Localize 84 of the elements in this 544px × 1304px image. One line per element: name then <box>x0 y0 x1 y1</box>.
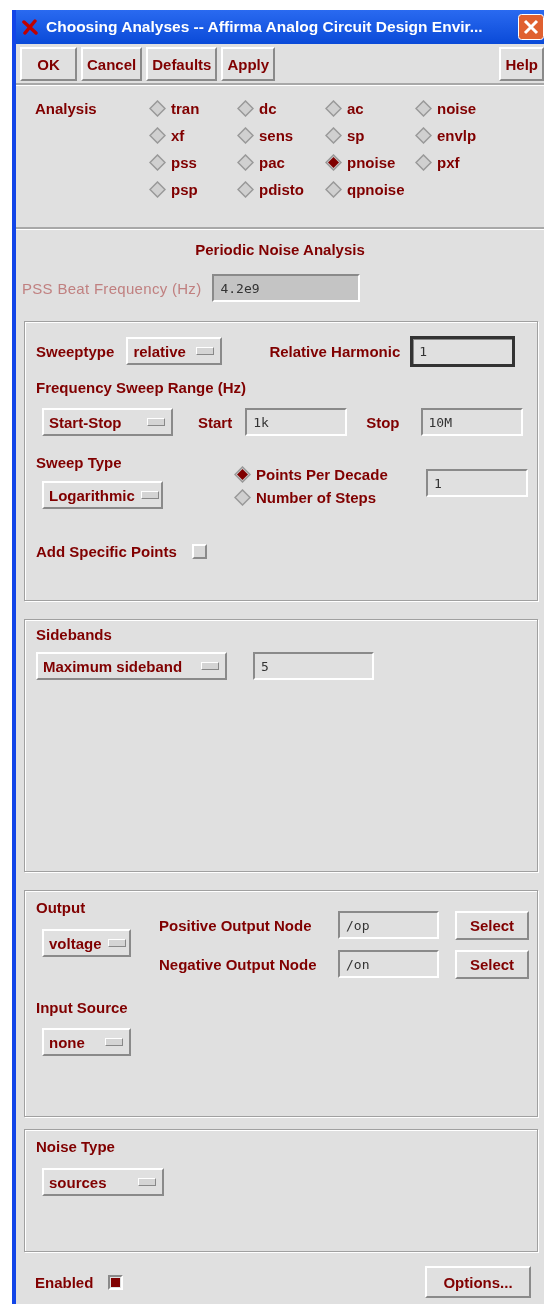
input-field[interactable]: /op <box>338 911 439 939</box>
menu-indicator-icon <box>105 1038 123 1046</box>
label: Sweeptype <box>36 342 115 360</box>
label: Relative Harmonic <box>269 342 401 360</box>
cross-icon <box>22 19 38 35</box>
menu-indicator-icon <box>147 418 165 426</box>
radio-diamond-icon <box>415 154 432 171</box>
label: Frequency Sweep Range (Hz) <box>36 378 247 396</box>
radio-diamond-icon <box>234 489 251 506</box>
radio-button[interactable]: envlp <box>415 127 503 144</box>
option-menu[interactable]: Start-Stop <box>42 408 173 436</box>
radio-button[interactable]: xf <box>149 127 237 144</box>
label: Noise Type <box>36 1138 115 1155</box>
label: Positive Output Node <box>159 916 313 934</box>
checkbox[interactable] <box>108 1274 124 1290</box>
input-field[interactable]: 10M <box>420 408 523 436</box>
radio-button[interactable]: ac <box>325 100 415 117</box>
menu-indicator-icon <box>196 347 215 355</box>
radio-button[interactable]: pdisto <box>237 181 325 198</box>
input-field[interactable]: 1k <box>245 408 348 436</box>
section-heading: Periodic Noise Analysis <box>194 241 366 260</box>
radio-button[interactable]: Number of Steps <box>234 489 426 506</box>
window-title: Choosing Analyses -- Affirma Analog Circuit Design Envir... <box>46 18 484 36</box>
label: Enabled <box>35 1273 94 1291</box>
option-menu[interactable]: none <box>42 1028 131 1056</box>
radio-diamond-icon <box>149 127 166 144</box>
radio-button[interactable]: sens <box>237 127 325 144</box>
radio-button[interactable]: tran <box>149 100 237 117</box>
input-field[interactable]: /on <box>338 950 439 978</box>
menu-indicator-icon <box>138 1178 156 1186</box>
input-field[interactable]: 1 <box>410 335 516 367</box>
menu-indicator-icon <box>201 662 219 670</box>
radio-button[interactable]: pac <box>237 154 325 171</box>
close-icon[interactable] <box>518 14 544 40</box>
label: Analysis <box>35 100 98 117</box>
radio-button[interactable]: Points Per Decade <box>234 466 426 483</box>
select-button[interactable]: Select <box>455 910 529 940</box>
label: Sweep Type <box>36 454 123 471</box>
radio-diamond-icon <box>325 127 342 144</box>
dialog-button[interactable]: Apply <box>221 47 276 81</box>
radio-button[interactable]: pss <box>149 154 237 171</box>
label: Negative Output Node <box>159 955 318 973</box>
radio-button[interactable]: dc <box>237 100 325 117</box>
label: Output <box>36 899 86 916</box>
dialog-button[interactable]: OK <box>20 47 77 81</box>
radio-button[interactable]: psp <box>149 181 237 198</box>
radio-button[interactable]: pxf <box>415 154 503 171</box>
radio-diamond-icon <box>325 181 342 198</box>
radio-diamond-icon <box>149 100 166 117</box>
input-field[interactable]: 1 <box>426 469 528 497</box>
menu-indicator-icon <box>107 939 126 947</box>
help-button[interactable]: Help <box>499 47 544 81</box>
dialog-button[interactable]: Cancel <box>81 47 143 81</box>
label: Input Source <box>36 999 128 1016</box>
radio-diamond-icon <box>237 181 254 198</box>
label: Add Specific Points <box>36 543 177 560</box>
label: Start <box>198 413 233 431</box>
radio-button[interactable]: sp <box>325 127 415 144</box>
options-button[interactable]: Options... <box>425 1266 531 1298</box>
radio-diamond-icon <box>415 127 432 144</box>
input-field[interactable]: 5 <box>253 652 374 680</box>
radio-diamond-icon <box>237 100 254 117</box>
radio-diamond-icon <box>325 100 342 117</box>
radio-button[interactable]: pnoise <box>325 154 415 171</box>
radio-diamond-icon <box>237 127 254 144</box>
option-menu[interactable]: voltage <box>42 929 131 957</box>
radio-diamond-icon <box>149 154 166 171</box>
option-menu[interactable]: sources <box>42 1168 164 1196</box>
label: Sidebands <box>36 626 112 643</box>
label: Stop <box>366 413 400 431</box>
option-menu[interactable]: relative <box>126 337 223 365</box>
radio-diamond-icon <box>234 466 251 483</box>
radio-diamond-icon <box>415 100 432 117</box>
select-button[interactable]: Select <box>455 949 529 979</box>
field-label: PSS Beat Frequency (Hz) <box>22 279 202 297</box>
radio-diamond-icon <box>149 181 166 198</box>
radio-button[interactable]: noise <box>415 100 503 117</box>
option-menu[interactable]: Maximum sideband <box>36 652 227 680</box>
radio-diamond-icon <box>237 154 254 171</box>
option-menu[interactable]: Logarithmic <box>42 481 163 509</box>
menu-indicator-icon <box>140 491 159 499</box>
radio-diamond-icon <box>325 154 342 171</box>
radio-button[interactable]: qpnoise <box>325 181 415 198</box>
dialog-button[interactable]: Defaults <box>146 47 218 81</box>
